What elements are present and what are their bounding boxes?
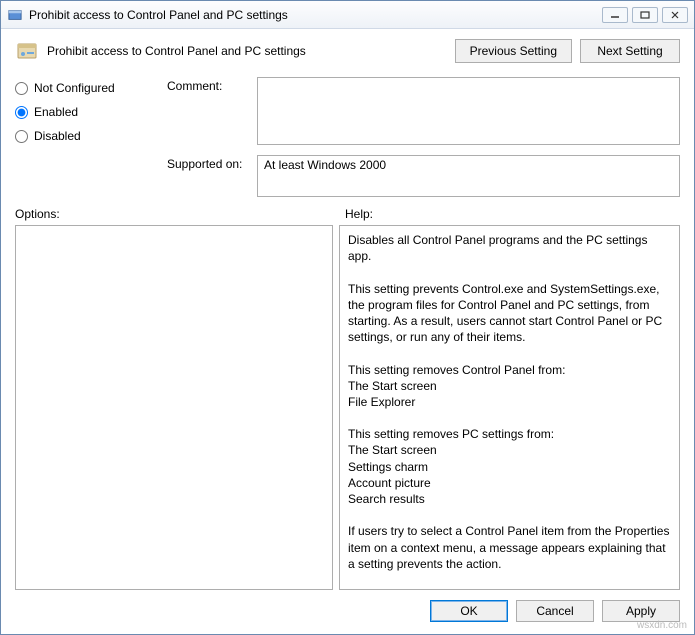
footer: OK Cancel Apply — [1, 590, 694, 634]
fields: Comment: Supported on: At least Windows … — [167, 77, 680, 197]
panels: Disables all Control Panel programs and … — [1, 223, 694, 590]
options-panel — [15, 225, 333, 590]
comment-row: Comment: — [167, 77, 680, 145]
comment-label: Comment: — [167, 77, 247, 93]
supported-row: Supported on: At least Windows 2000 — [167, 155, 680, 197]
radio-enabled-label: Enabled — [34, 105, 78, 119]
dialog-window: Prohibit access to Control Panel and PC … — [0, 0, 695, 635]
radio-disabled-input[interactable] — [15, 130, 28, 143]
window-title: Prohibit access to Control Panel and PC … — [29, 8, 596, 22]
header: Prohibit access to Control Panel and PC … — [1, 29, 694, 67]
apply-button[interactable]: Apply — [602, 600, 680, 622]
watermark: wsxdn.com — [637, 620, 687, 631]
window-controls — [602, 7, 688, 23]
config-row: Not Configured Enabled Disabled Comment:… — [1, 67, 694, 197]
app-icon — [7, 7, 23, 23]
help-text: Disables all Control Panel programs and … — [348, 232, 671, 572]
radio-disabled-label: Disabled — [34, 129, 81, 143]
next-setting-button[interactable]: Next Setting — [580, 39, 680, 63]
radio-not-configured[interactable]: Not Configured — [15, 81, 155, 95]
supported-value: At least Windows 2000 — [257, 155, 680, 197]
radio-not-configured-label: Not Configured — [34, 81, 115, 95]
radio-disabled[interactable]: Disabled — [15, 129, 155, 143]
help-panel: Disables all Control Panel programs and … — [339, 225, 680, 590]
radio-enabled[interactable]: Enabled — [15, 105, 155, 119]
maximize-button[interactable] — [632, 7, 658, 23]
radio-not-configured-input[interactable] — [15, 82, 28, 95]
supported-label: Supported on: — [167, 155, 247, 171]
help-label: Help: — [345, 207, 373, 221]
policy-icon — [15, 39, 39, 63]
options-label: Options: — [15, 207, 333, 221]
previous-setting-button[interactable]: Previous Setting — [455, 39, 572, 63]
policy-title: Prohibit access to Control Panel and PC … — [47, 44, 447, 58]
comment-input[interactable] — [257, 77, 680, 145]
state-options: Not Configured Enabled Disabled — [15, 77, 155, 197]
radio-enabled-input[interactable] — [15, 106, 28, 119]
panel-labels: Options: Help: — [1, 197, 694, 223]
ok-button[interactable]: OK — [430, 600, 508, 622]
close-button[interactable] — [662, 7, 688, 23]
cancel-button[interactable]: Cancel — [516, 600, 594, 622]
minimize-button[interactable] — [602, 7, 628, 23]
titlebar: Prohibit access to Control Panel and PC … — [1, 1, 694, 29]
